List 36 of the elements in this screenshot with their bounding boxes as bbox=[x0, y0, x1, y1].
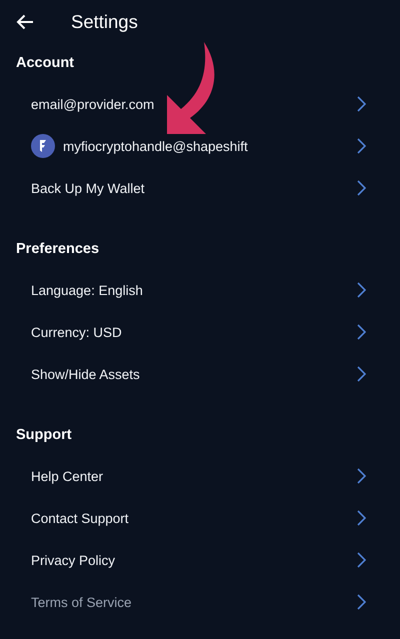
avatar-icon bbox=[31, 134, 55, 158]
chevron-icon bbox=[357, 324, 366, 340]
chevron-icon bbox=[357, 180, 366, 196]
back-arrow-icon[interactable] bbox=[16, 14, 34, 30]
settings-item[interactable]: Privacy Policy bbox=[0, 539, 400, 581]
settings-item[interactable]: Back Up My Wallet bbox=[0, 167, 400, 209]
chevron-icon bbox=[357, 594, 366, 610]
item-label: Privacy Policy bbox=[31, 552, 116, 568]
chevron-icon bbox=[357, 138, 366, 154]
settings-item[interactable]: Show/Hide Assets bbox=[0, 353, 400, 395]
settings-item[interactable]: Currency: USD bbox=[0, 311, 400, 353]
item-label: myfiocryptohandle@shapeshift bbox=[63, 138, 248, 154]
item-label: Show/Hide Assets bbox=[31, 366, 140, 382]
settings-item[interactable]: email@provider.com bbox=[0, 83, 400, 125]
section-heading: Preferences bbox=[15, 240, 100, 259]
item-label: email@provider.com bbox=[31, 96, 154, 112]
chevron-icon bbox=[357, 552, 366, 568]
settings-item[interactable]: Contact Support bbox=[0, 497, 400, 539]
section-heading: Support bbox=[15, 426, 73, 445]
settings-item[interactable]: Help Center bbox=[0, 455, 400, 497]
item-label: Language: English bbox=[31, 282, 143, 298]
chevron-icon bbox=[357, 510, 366, 526]
item-label: Back Up My Wallet bbox=[31, 180, 145, 196]
chevron-icon bbox=[357, 468, 366, 484]
settings-item[interactable]: myfiocryptohandle@shapeshift bbox=[0, 125, 400, 167]
section-heading: Account bbox=[15, 54, 75, 73]
item-label: Contact Support bbox=[31, 510, 129, 526]
item-label: Currency: USD bbox=[31, 324, 122, 340]
item-label: Help Center bbox=[31, 468, 104, 484]
chevron-icon bbox=[357, 96, 366, 112]
chevron-icon bbox=[357, 366, 366, 382]
page-title: Settings bbox=[71, 10, 138, 32]
settings-item[interactable]: Language: English bbox=[0, 269, 400, 311]
chevron-icon bbox=[357, 282, 366, 298]
settings-item[interactable]: Terms of Service bbox=[0, 581, 400, 623]
item-label: Terms of Service bbox=[31, 594, 132, 610]
